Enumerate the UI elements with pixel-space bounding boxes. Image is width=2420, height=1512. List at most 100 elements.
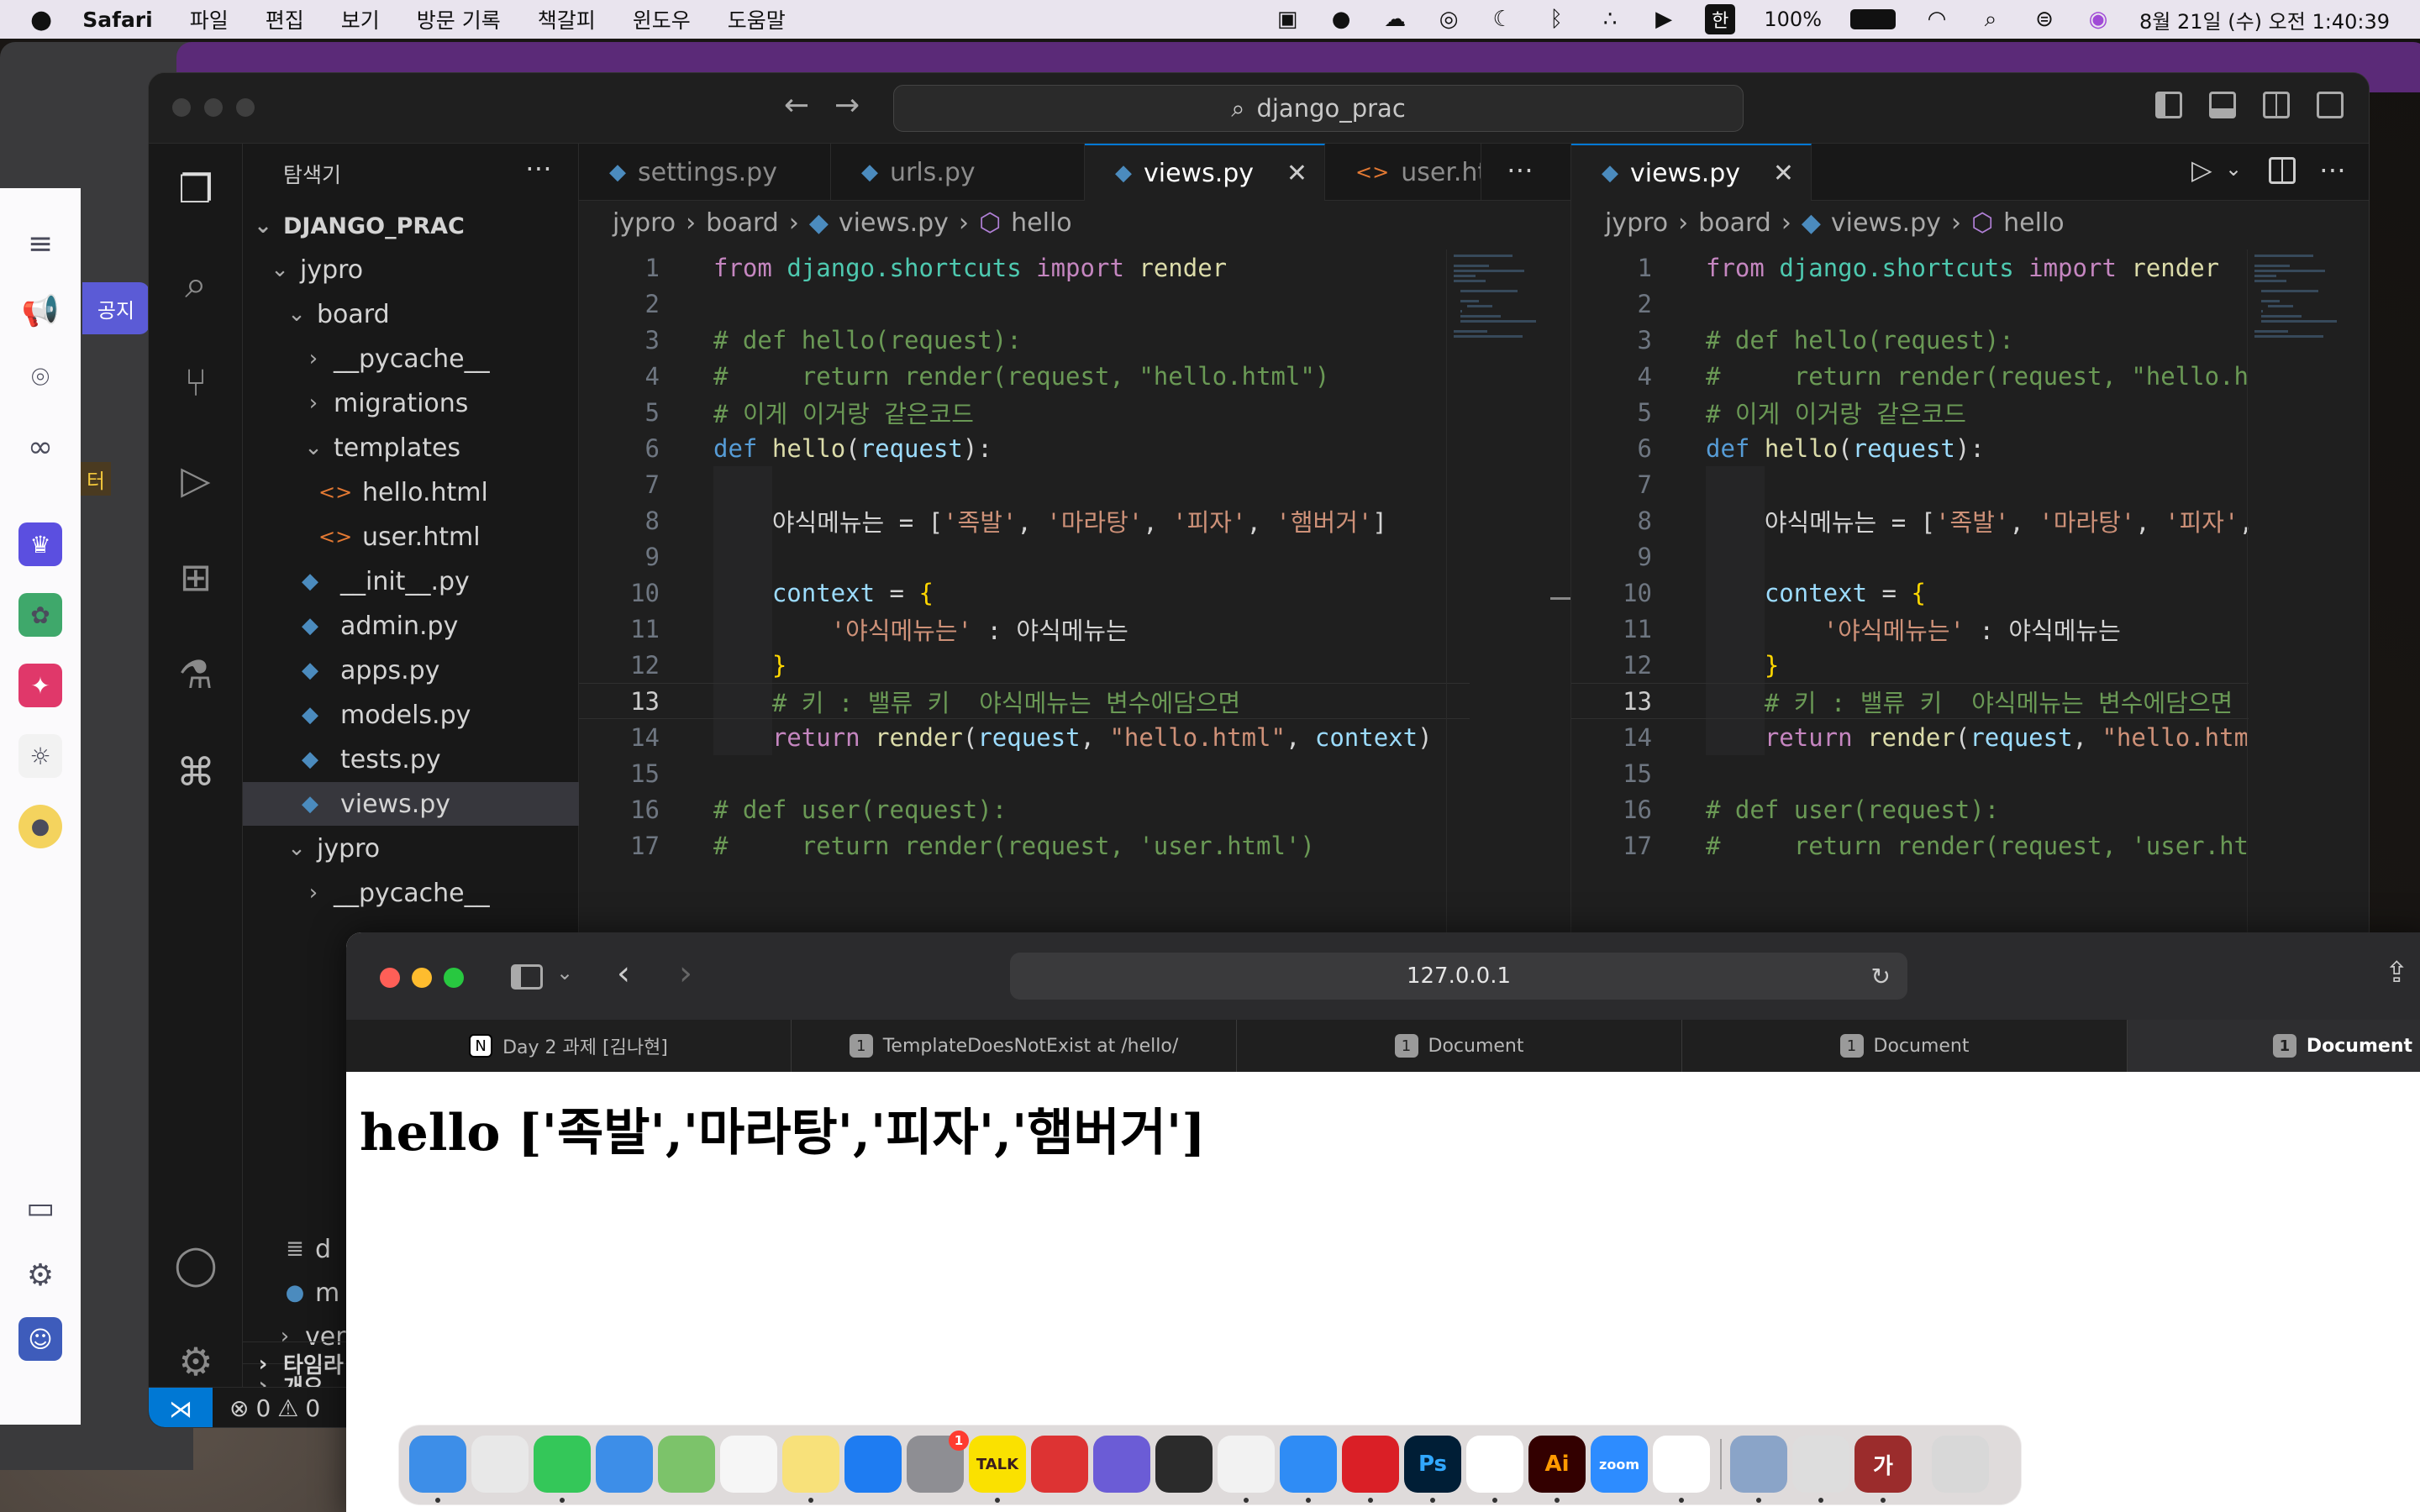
wand-app-icon[interactable]: ✦ bbox=[18, 664, 62, 707]
problems-indicator[interactable]: ⊗ 0 ⚠ 0 bbox=[229, 1394, 320, 1422]
split-editor-icon[interactable] bbox=[2269, 157, 2296, 184]
tree-item[interactable]: ◆ apps.py bbox=[243, 648, 579, 692]
toggle-secondary-sidebar-icon[interactable] bbox=[2263, 92, 2290, 118]
editor-more-actions-icon[interactable]: ⋯ bbox=[1507, 154, 1534, 186]
whale-app-icon[interactable] bbox=[1093, 1436, 1150, 1493]
preview-app-icon[interactable] bbox=[1730, 1436, 1787, 1493]
tab-user-html[interactable]: <> user.htr bbox=[1325, 144, 1481, 201]
finder-app-icon[interactable] bbox=[409, 1436, 466, 1493]
tree-item[interactable]: ◆ tests.py bbox=[243, 738, 579, 781]
safari-tab[interactable]: 1 Document bbox=[1237, 1020, 1682, 1072]
avatar[interactable]: ☺ bbox=[18, 1317, 62, 1361]
app-icon-5[interactable]: ● bbox=[18, 805, 62, 848]
creative-cloud-app-icon[interactable] bbox=[1342, 1436, 1399, 1493]
safari-tab[interactable]: 1 TemplateDoesNotExist at /hello/ bbox=[792, 1020, 1237, 1072]
notes-app-icon[interactable] bbox=[782, 1436, 839, 1493]
app-store-app-icon[interactable] bbox=[844, 1436, 902, 1493]
breadcrumb-item[interactable]: jypro bbox=[1605, 208, 1668, 238]
close-window-button[interactable] bbox=[380, 968, 400, 988]
tree-item[interactable]: <> hello.html bbox=[243, 470, 579, 514]
messages-app-icon[interactable] bbox=[534, 1436, 591, 1493]
breadcrumb-item[interactable]: jypro bbox=[613, 208, 676, 238]
chevron-down-icon[interactable]: ⌄ bbox=[556, 961, 573, 984]
crown-app-icon[interactable]: ♛ bbox=[18, 522, 62, 566]
battery-icon[interactable] bbox=[1850, 9, 1897, 29]
chevron-down-icon[interactable]: ⌄ bbox=[2225, 157, 2242, 181]
python-icon[interactable]: ⌘ bbox=[169, 745, 223, 799]
photos-app-icon[interactable] bbox=[720, 1436, 777, 1493]
zoom-window-button[interactable] bbox=[236, 98, 255, 117]
menu-window[interactable]: 윈도우 bbox=[633, 4, 691, 34]
reload-icon[interactable]: ↻ bbox=[1871, 963, 1891, 990]
chrome-app-icon[interactable] bbox=[1218, 1436, 1275, 1493]
close-window-button[interactable] bbox=[172, 98, 191, 117]
search-icon[interactable]: ⌕ bbox=[169, 258, 223, 312]
breadcrumb-item[interactable]: hello bbox=[2003, 208, 2065, 238]
tree-item[interactable]: ⌄ jypro bbox=[243, 248, 579, 291]
explorer-icon[interactable]: ❐ bbox=[169, 162, 223, 216]
link-icon[interactable]: ∞ bbox=[18, 425, 62, 469]
forward-arrow-icon[interactable]: → bbox=[834, 88, 860, 123]
launchpad-app-icon[interactable] bbox=[471, 1436, 529, 1493]
customize-layout-icon[interactable] bbox=[2317, 92, 2344, 118]
menu-edit[interactable]: 편집 bbox=[266, 4, 304, 34]
run-python-icon[interactable]: ▷ bbox=[2191, 154, 2212, 186]
safari-tab[interactable]: 1 Document bbox=[1682, 1020, 2128, 1072]
editor-more-actions-icon[interactable]: ⋯ bbox=[2319, 154, 2346, 186]
toggle-panel-icon[interactable] bbox=[2209, 92, 2236, 118]
tree-item[interactable]: ⌄ board bbox=[243, 292, 579, 336]
mail-app-icon[interactable] bbox=[596, 1436, 653, 1493]
chat-icon[interactable]: ▭ bbox=[18, 1186, 62, 1230]
input-source-indicator[interactable]: 한 bbox=[1705, 4, 1736, 34]
siri-icon[interactable]: ◉ bbox=[2086, 7, 2111, 32]
address-bar[interactable]: 127.0.0.1 ↻ bbox=[1010, 953, 1907, 1000]
remote-indicator-icon[interactable]: ⋊ bbox=[149, 1388, 213, 1427]
manage-gear-icon[interactable]: ⚙ bbox=[169, 1335, 223, 1389]
breadcrumb-item[interactable]: hello bbox=[1011, 208, 1072, 238]
megaphone-icon[interactable]: 📢 bbox=[18, 289, 62, 333]
menu-help[interactable]: 도움말 bbox=[728, 4, 786, 34]
minimize-window-button[interactable] bbox=[204, 98, 223, 117]
breadcrumb-item[interactable]: views.py bbox=[839, 208, 949, 238]
system-settings-app-icon[interactable]: 1 bbox=[907, 1431, 969, 1493]
close-tab-icon[interactable]: ✕ bbox=[1286, 159, 1307, 188]
breadcrumb-item[interactable]: board bbox=[706, 208, 779, 238]
location-pin-icon[interactable]: ⌾ bbox=[18, 356, 62, 400]
app-icon-2[interactable]: ✿ bbox=[18, 593, 62, 637]
hamburger-menu-icon[interactable]: ≡ bbox=[18, 222, 62, 265]
tab-views[interactable]: ◆ views.py ✕ bbox=[1085, 144, 1325, 201]
airdrop-icon[interactable]: ◎ bbox=[1436, 7, 1461, 32]
moon-icon[interactable]: ☾ bbox=[1490, 7, 1515, 32]
back-arrow-icon[interactable]: ← bbox=[784, 88, 809, 123]
bluetooth-icon[interactable]: ᛒ bbox=[1544, 7, 1569, 32]
illustrator-app-icon[interactable]: Ai bbox=[1528, 1436, 1586, 1493]
slack-app-icon[interactable] bbox=[1466, 1436, 1523, 1493]
dots-icon[interactable]: ∴ bbox=[1597, 7, 1623, 32]
garageband-app-icon[interactable] bbox=[1155, 1436, 1213, 1493]
creative-cloud-icon[interactable]: ☁ bbox=[1382, 7, 1407, 32]
dictionary-app-icon[interactable]: 가 bbox=[1854, 1436, 1912, 1493]
testing-flask-icon[interactable]: ⚗ bbox=[169, 648, 223, 701]
tree-item[interactable]: <> user.html bbox=[243, 515, 579, 559]
minimize-window-button[interactable] bbox=[412, 968, 432, 988]
explorer-more-icon[interactable]: ⋯ bbox=[525, 152, 552, 184]
trash-app-icon[interactable] bbox=[1932, 1436, 1989, 1493]
tree-item[interactable]: ◆ admin.py bbox=[243, 604, 579, 648]
close-tab-icon[interactable]: ✕ bbox=[1773, 159, 1794, 188]
control-center-icon[interactable]: ⊜ bbox=[2032, 7, 2057, 32]
account-icon[interactable]: ◯ bbox=[169, 1237, 223, 1291]
menu-bookmarks[interactable]: 책갈피 bbox=[538, 4, 596, 34]
tree-item[interactable]: ⌄ jypro bbox=[243, 827, 579, 870]
zoom-app-icon[interactable]: zoom bbox=[1591, 1436, 1648, 1493]
source-control-icon[interactable]: ⑂ bbox=[169, 355, 223, 409]
kakaotalk-app-icon[interactable]: TALK bbox=[969, 1436, 1026, 1493]
command-center-search[interactable]: ⌕ django_prac bbox=[893, 85, 1744, 132]
zoom-window-button[interactable] bbox=[444, 968, 464, 988]
tree-item[interactable]: › migrations bbox=[243, 381, 579, 425]
explorer-root[interactable]: ⌄ DJANGO_PRAC bbox=[243, 204, 579, 248]
tree-item[interactable]: ◆ views.py bbox=[243, 782, 579, 826]
screenshot-app-icon[interactable] bbox=[1031, 1436, 1088, 1493]
safari-app-icon[interactable] bbox=[1280, 1436, 1337, 1493]
menu-clock[interactable]: 8월 21일 (수) 오전 1:40:39 bbox=[2139, 5, 2390, 34]
gear-icon[interactable]: ⚙ bbox=[18, 1253, 62, 1297]
